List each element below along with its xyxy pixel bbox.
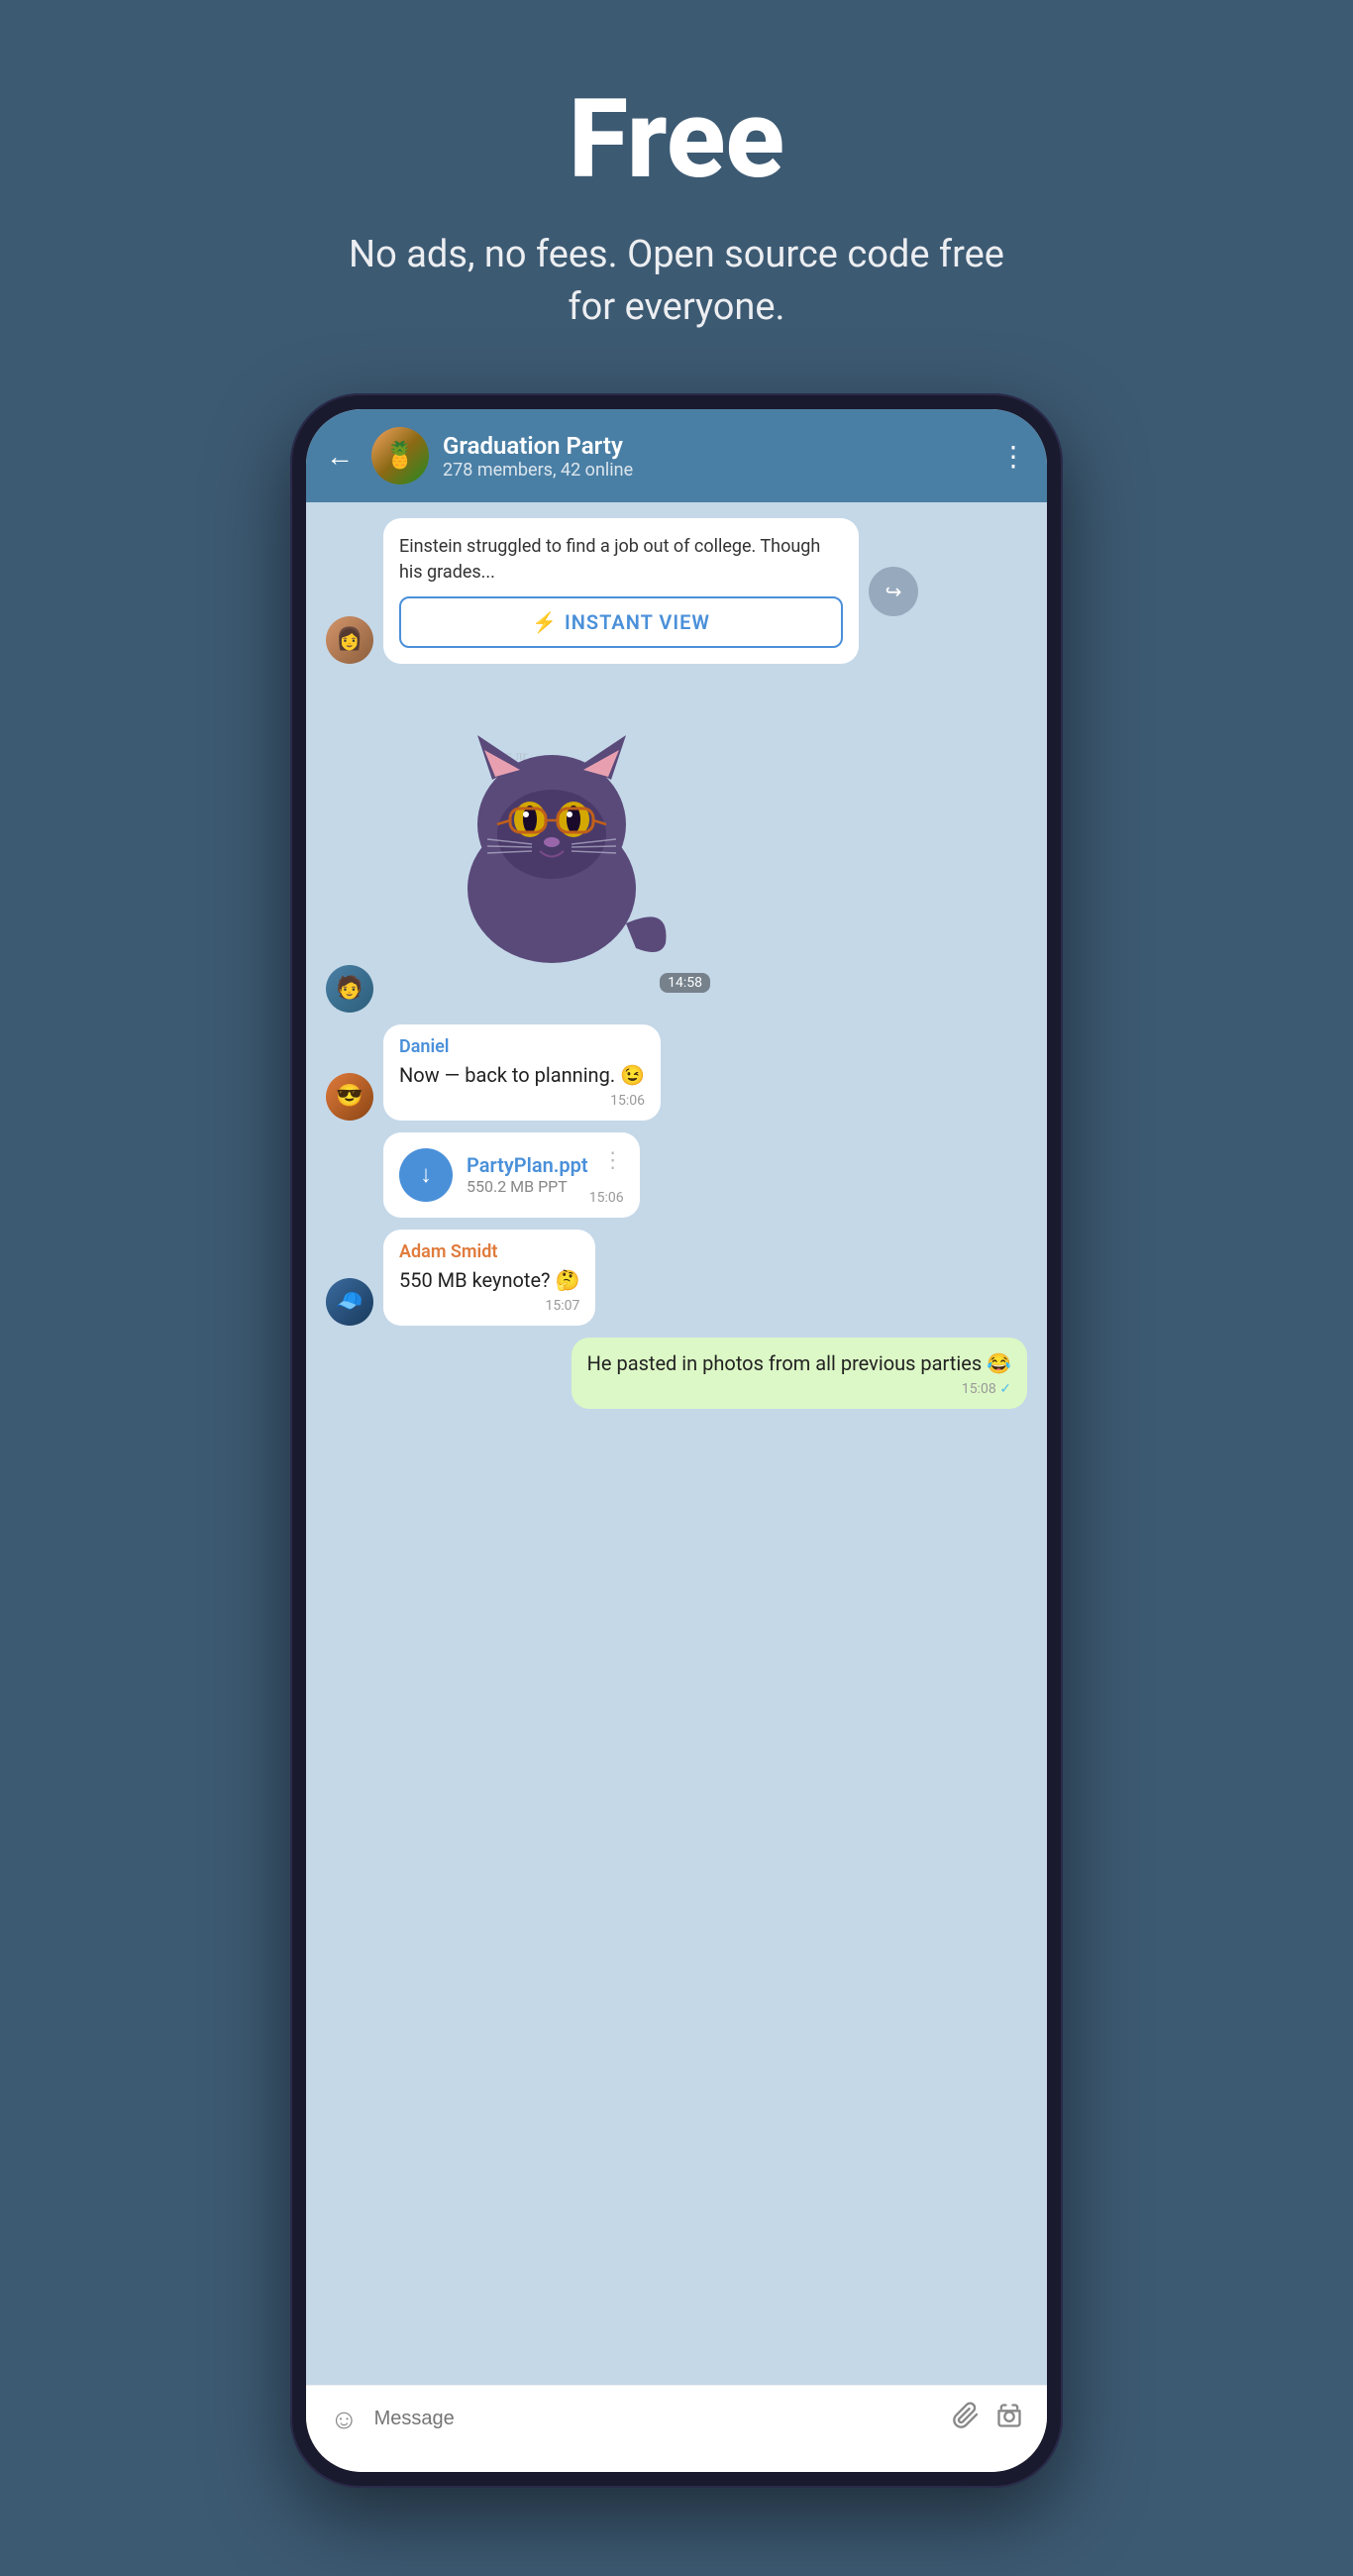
hero-section: Free No ads, no fees. Open source code f… bbox=[310, 0, 1043, 393]
daniel-sender: Daniel bbox=[399, 1036, 645, 1057]
outgoing-bubble: He pasted in photos from all previous pa… bbox=[572, 1338, 1027, 1409]
avatar-emoji: 👩 bbox=[326, 616, 373, 664]
input-bar: ☺ bbox=[306, 2385, 1047, 2452]
chat-header: ← 🍍 Graduation Party 278 members, 42 onl… bbox=[306, 409, 1047, 502]
daniel-message-row: 😎 Daniel Now — back to planning. 😉 15:06 bbox=[326, 1024, 1027, 1121]
header-info: Graduation Party 278 members, 42 online bbox=[443, 432, 986, 481]
file-message-row: ↓ PartyPlan.ppt 550.2 MB PPT ⋮ 15:06 bbox=[326, 1132, 1027, 1218]
bolt-icon: ⚡ bbox=[532, 610, 557, 634]
outgoing-text: He pasted in photos from all previous pa… bbox=[587, 1349, 1011, 1377]
instant-view-button[interactable]: ⚡ INSTANT VIEW bbox=[399, 596, 843, 648]
phone-outer: ← 🍍 Graduation Party 278 members, 42 onl… bbox=[290, 393, 1063, 2488]
avatar-emoji-guy2: 😎 bbox=[326, 1073, 373, 1121]
daniel-bubble: Daniel Now — back to planning. 😉 15:06 bbox=[383, 1024, 661, 1121]
download-icon: ↓ bbox=[420, 1160, 432, 1189]
file-name: PartyPlan.ppt bbox=[467, 1153, 588, 1177]
hero-title: Free bbox=[330, 79, 1023, 199]
message-input[interactable] bbox=[374, 2408, 936, 2430]
file-time: 15:06 bbox=[589, 1190, 624, 1206]
header-menu-button[interactable]: ⋮ bbox=[999, 440, 1027, 473]
instant-view-label: INSTANT VIEW bbox=[565, 610, 710, 634]
hero-subtitle: No ads, no fees. Open source code free f… bbox=[330, 229, 1023, 334]
article-message-row: 👩 Einstein struggled to find a job out o… bbox=[326, 518, 1027, 663]
daniel-time: 15:06 bbox=[399, 1093, 645, 1109]
file-info: PartyPlan.ppt 550.2 MB PPT bbox=[467, 1153, 588, 1196]
phone-bottom-spacer bbox=[306, 2452, 1047, 2472]
phone-wrapper: ← 🍍 Graduation Party 278 members, 42 onl… bbox=[290, 393, 1063, 2488]
outgoing-message-row: He pasted in photos from all previous pa… bbox=[326, 1338, 1027, 1409]
share-button[interactable]: ↪ bbox=[869, 567, 918, 616]
avatar-guy2: 😎 bbox=[326, 1073, 373, 1121]
article-with-share: Einstein struggled to find a job out of … bbox=[383, 518, 918, 663]
adam-sender: Adam Smidt bbox=[399, 1241, 579, 1262]
download-button[interactable]: ↓ bbox=[399, 1148, 453, 1202]
file-menu-button[interactable]: ⋮ bbox=[602, 1148, 624, 1173]
outgoing-time: 15:08 bbox=[587, 1381, 1011, 1397]
group-name: Graduation Party bbox=[443, 432, 986, 460]
article-bubble: Einstein struggled to find a job out of … bbox=[383, 518, 859, 663]
daniel-text: Now — back to planning. 😉 bbox=[399, 1061, 645, 1089]
camera-icon[interactable] bbox=[995, 2402, 1023, 2436]
back-button[interactable]: ← bbox=[326, 440, 354, 473]
phone-screen: ← 🍍 Graduation Party 278 members, 42 onl… bbox=[306, 409, 1047, 2472]
adam-message-row: 🧢 Adam Smidt 550 MB keynote? 🤔 15:07 bbox=[326, 1230, 1027, 1326]
adam-bubble: Adam Smidt 550 MB keynote? 🤔 15:07 bbox=[383, 1230, 595, 1326]
adam-time: 15:07 bbox=[399, 1298, 579, 1314]
avatar-emoji-guy1: 🧑 bbox=[326, 965, 373, 1013]
avatar-guy3: 🧢 bbox=[326, 1278, 373, 1326]
group-avatar: 🍍 bbox=[371, 427, 429, 484]
sticker-container: l = πr A = _ V = l² θ h P = 2πr s A = πr… bbox=[383, 686, 720, 1003]
chat-body: 👩 Einstein struggled to find a job out o… bbox=[306, 502, 1047, 2385]
file-bubble: ↓ PartyPlan.ppt 550.2 MB PPT ⋮ 15:06 bbox=[383, 1132, 640, 1218]
group-avatar-emoji: 🍍 bbox=[384, 441, 416, 471]
emoji-icon[interactable]: ☺ bbox=[330, 2403, 359, 2435]
sticker-time: 14:58 bbox=[660, 973, 710, 993]
members-info: 278 members, 42 online bbox=[443, 460, 986, 481]
file-size: 550.2 MB PPT bbox=[467, 1177, 588, 1196]
sticker-message-row: 🧑 l = πr A = _ V = l² θ h P = 2πr s A = … bbox=[326, 676, 1027, 1013]
avatar-girl: 👩 bbox=[326, 616, 373, 664]
attach-icon[interactable] bbox=[952, 2402, 980, 2436]
cat-sticker-svg bbox=[433, 705, 671, 963]
article-text: Einstein struggled to find a job out of … bbox=[399, 534, 843, 584]
sticker-area: l = πr A = _ V = l² θ h P = 2πr s A = πr… bbox=[383, 686, 720, 1003]
avatar-emoji-guy3: 🧢 bbox=[326, 1278, 373, 1326]
avatar-guy1: 🧑 bbox=[326, 965, 373, 1013]
adam-text: 550 MB keynote? 🤔 bbox=[399, 1266, 579, 1294]
